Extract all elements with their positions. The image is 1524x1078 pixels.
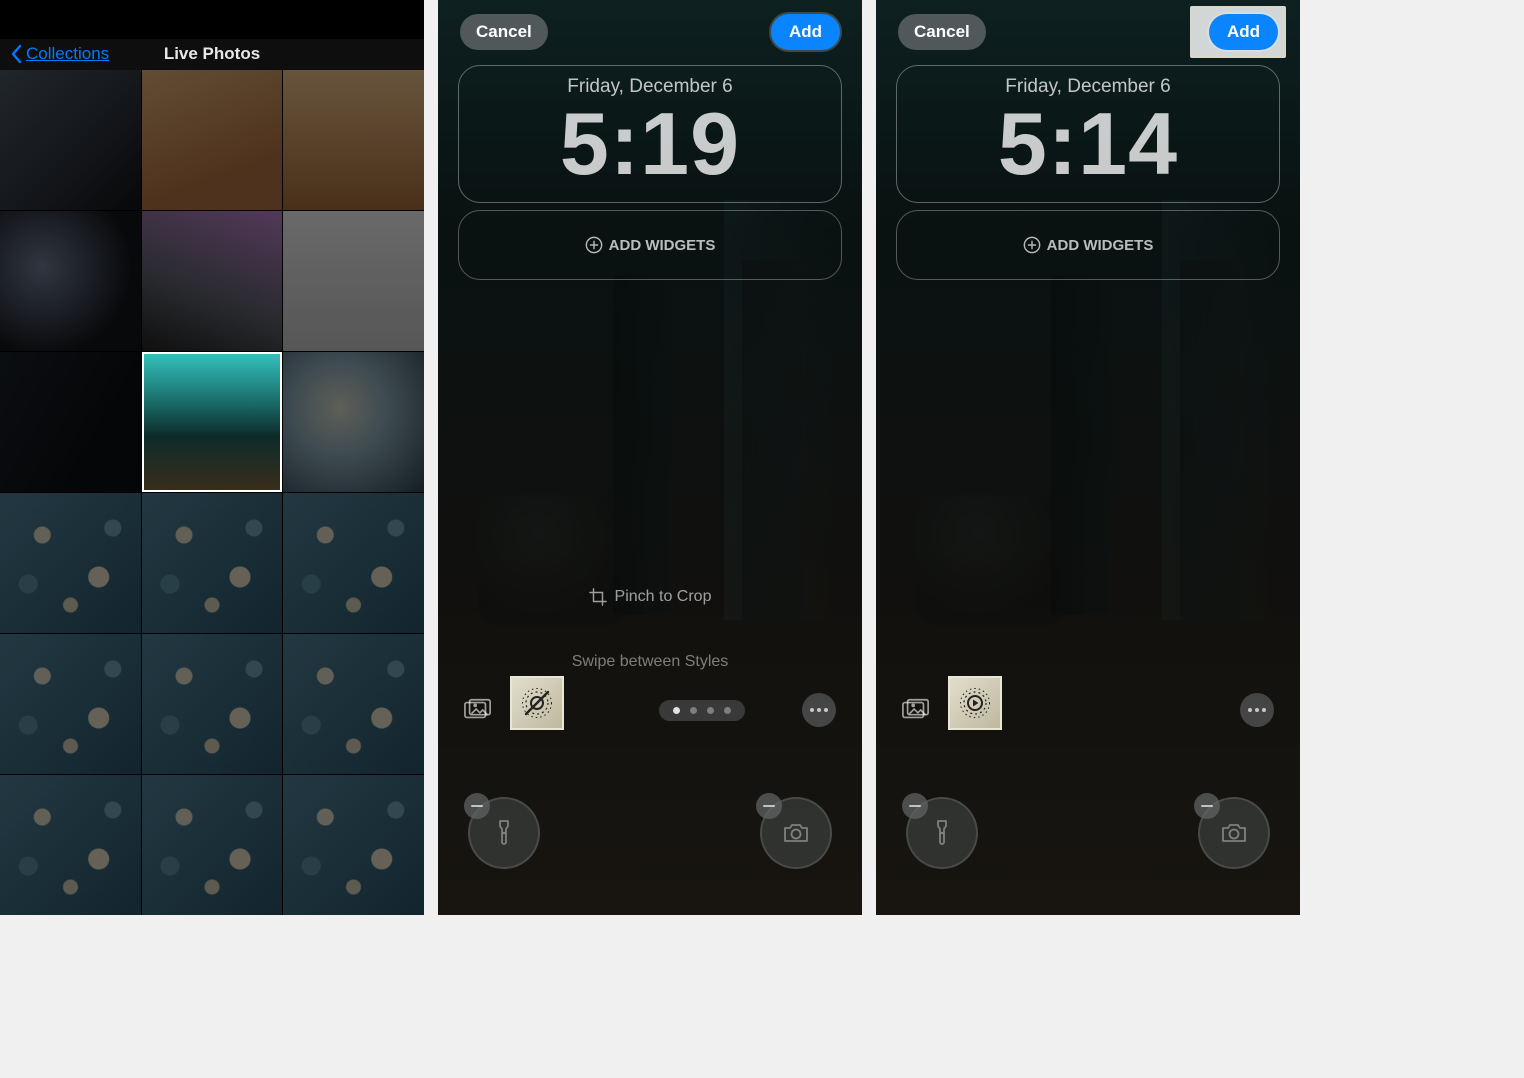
- swipe-styles-hint: Swipe between Styles: [438, 653, 862, 671]
- date-time-widget-frame[interactable]: Friday, December 6 5:14: [896, 65, 1280, 203]
- camera-quick-action[interactable]: [1198, 797, 1270, 869]
- page-dot: [724, 707, 731, 714]
- status-bar-area: [0, 0, 424, 39]
- choose-photo-button[interactable]: [464, 698, 492, 722]
- photo-picker-screen: Collections Live Photos: [0, 0, 424, 915]
- photo-thumbnail[interactable]: [142, 493, 283, 633]
- photo-thumbnail[interactable]: [142, 775, 283, 915]
- live-photo-toggle-highlight: [948, 676, 1002, 730]
- plus-circle-icon: [1023, 236, 1041, 254]
- photo-thumbnail-selected[interactable]: [142, 352, 283, 492]
- photo-thumbnail[interactable]: [0, 211, 141, 351]
- style-page-indicator[interactable]: [659, 700, 745, 721]
- more-options-button[interactable]: [802, 693, 836, 727]
- add-widgets-label: ADD WIDGETS: [609, 237, 716, 254]
- remove-badge-icon[interactable]: [1194, 793, 1220, 819]
- page-dot: [690, 707, 697, 714]
- photo-thumbnail[interactable]: [142, 70, 283, 210]
- photo-thumbnail[interactable]: [0, 493, 141, 633]
- date-time-widget-frame[interactable]: Friday, December 6 5:19: [458, 65, 842, 203]
- page-dot: [673, 707, 680, 714]
- remove-badge-icon[interactable]: [902, 793, 928, 819]
- add-widgets-row[interactable]: ADD WIDGETS: [458, 210, 842, 280]
- photo-thumbnail[interactable]: [283, 634, 424, 774]
- add-widgets-row[interactable]: ADD WIDGETS: [896, 210, 1280, 280]
- plus-circle-icon: [585, 236, 603, 254]
- photo-thumbnail[interactable]: [0, 352, 141, 492]
- remove-badge-icon[interactable]: [756, 793, 782, 819]
- remove-badge-icon[interactable]: [464, 793, 490, 819]
- lockscreen-editor-screen: Cancel Add Friday, December 6 5:19 ADD W…: [438, 0, 862, 915]
- cancel-button[interactable]: Cancel: [460, 14, 548, 50]
- page-dot: [707, 707, 714, 714]
- flashlight-icon: [927, 818, 957, 848]
- photo-thumbnail[interactable]: [0, 775, 141, 915]
- photo-thumbnail[interactable]: [142, 211, 283, 351]
- flashlight-quick-action[interactable]: [906, 797, 978, 869]
- add-widgets-label: ADD WIDGETS: [1047, 237, 1154, 254]
- live-photo-toggle-highlight: [510, 676, 564, 730]
- photo-thumbnail[interactable]: [283, 70, 424, 210]
- photo-thumbnail[interactable]: [0, 70, 141, 210]
- camera-quick-action[interactable]: [760, 797, 832, 869]
- choose-photo-button[interactable]: [902, 698, 930, 722]
- add-button[interactable]: Add: [771, 14, 840, 50]
- photo-thumbnail[interactable]: [283, 352, 424, 492]
- live-photo-off-icon[interactable]: [521, 687, 553, 719]
- photo-thumbnail[interactable]: [0, 634, 141, 774]
- flashlight-icon: [489, 818, 519, 848]
- chevron-left-icon: [10, 44, 22, 64]
- photo-grid[interactable]: [0, 70, 424, 915]
- camera-icon: [781, 818, 811, 848]
- picker-nav-bar: Collections Live Photos: [0, 39, 424, 70]
- lockscreen-time: 5:14: [897, 100, 1279, 188]
- crop-icon: [589, 588, 607, 606]
- lockscreen-time: 5:19: [459, 100, 841, 188]
- pinch-to-crop-hint: Pinch to Crop: [438, 588, 862, 606]
- photo-thumbnail[interactable]: [283, 493, 424, 633]
- more-options-button[interactable]: [1240, 693, 1274, 727]
- back-to-collections-button[interactable]: Collections: [10, 44, 109, 64]
- cancel-button[interactable]: Cancel: [898, 14, 986, 50]
- photo-thumbnail[interactable]: [283, 775, 424, 915]
- photo-thumbnail[interactable]: [283, 211, 424, 351]
- camera-icon: [1219, 818, 1249, 848]
- back-label: Collections: [26, 44, 109, 64]
- live-photo-on-icon[interactable]: [959, 687, 991, 719]
- photo-thumbnail[interactable]: [142, 634, 283, 774]
- flashlight-quick-action[interactable]: [468, 797, 540, 869]
- lockscreen-editor-screen-final: Cancel Add Friday, December 6 5:14 ADD W…: [876, 0, 1300, 915]
- add-button[interactable]: Add: [1209, 14, 1278, 50]
